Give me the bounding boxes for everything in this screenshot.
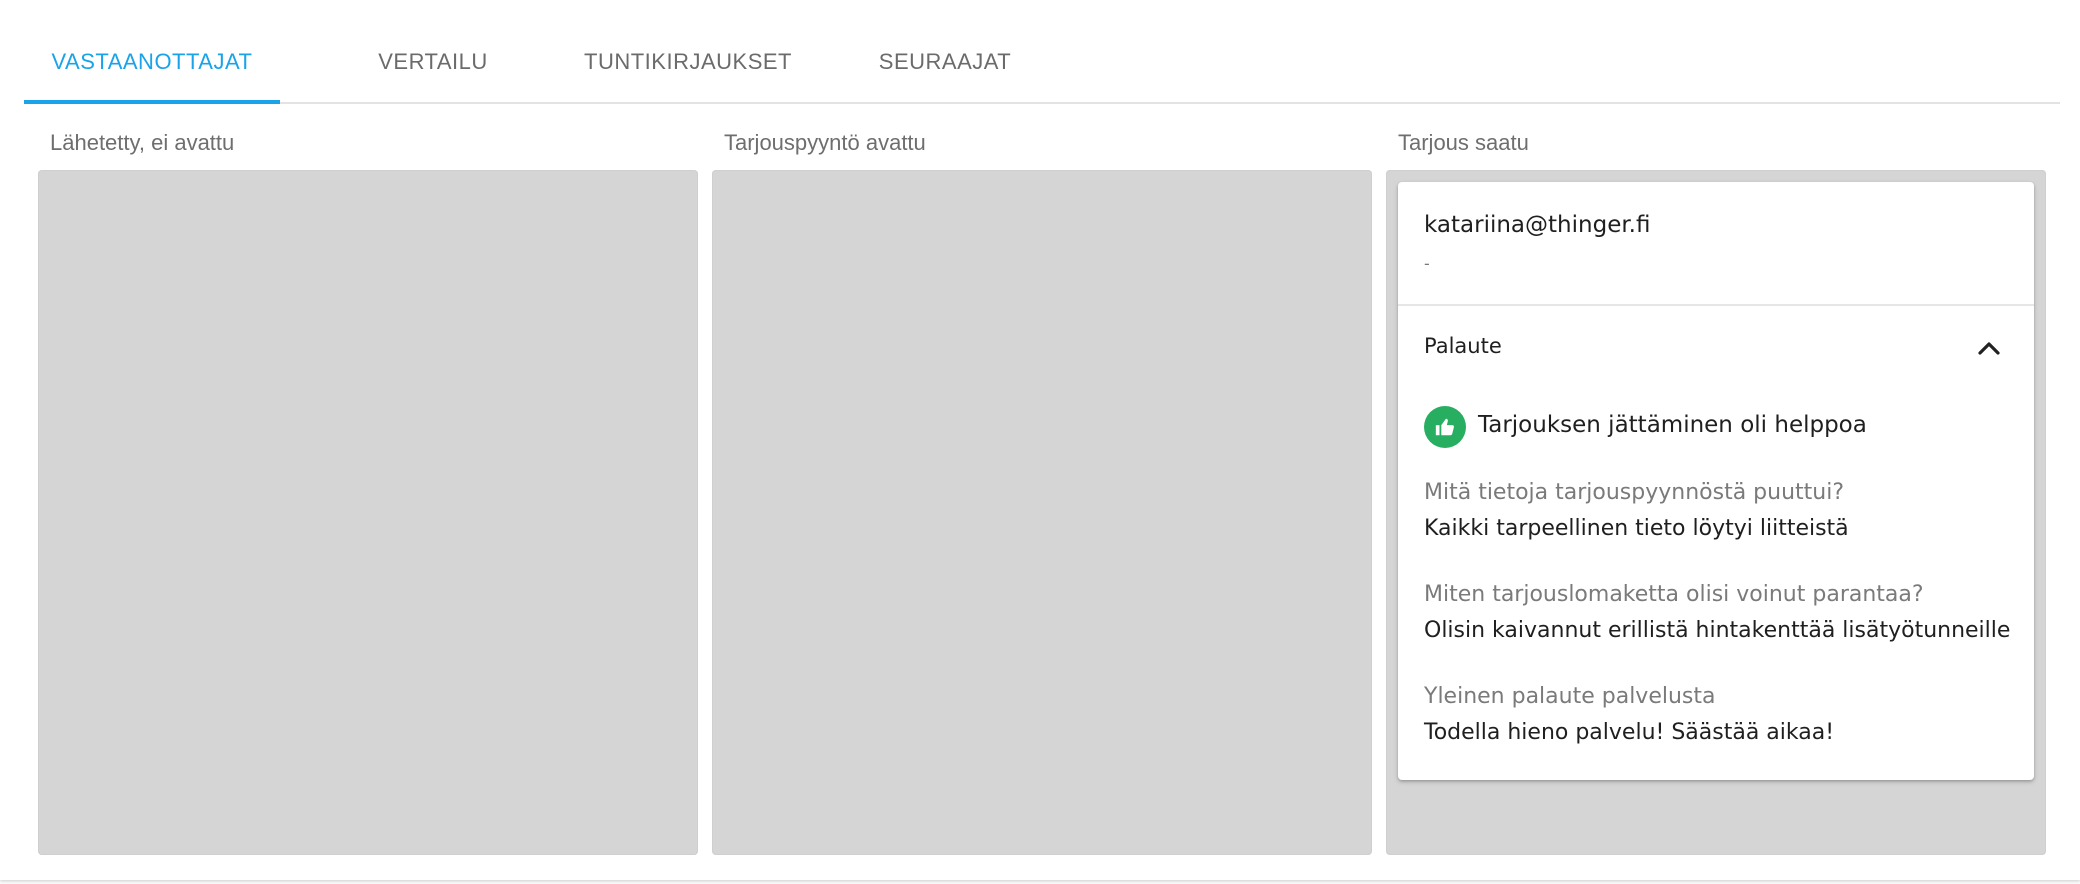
feedback-answer: Kaikki tarpeellinen tieto löytyi liittei…: [1424, 516, 1849, 541]
feedback-answer: Todella hieno palvelu! Säästää aikaa!: [1424, 720, 1835, 745]
tab-seuraajat[interactable]: SEURAAJAT: [836, 24, 1054, 100]
recipient-card[interactable]: katariina@thinger.fi - Palaute Tarjoukse…: [1398, 182, 2034, 780]
feedback-question: Yleinen palaute palvelusta: [1424, 684, 1716, 709]
recipient-subtitle: -: [1424, 254, 1430, 273]
feedback-question: Miten tarjouslomaketta olisi voinut para…: [1424, 582, 1924, 607]
thumbs-up-icon: [1424, 406, 1466, 448]
column-sent: [38, 170, 698, 855]
tab-bar: VASTAANOTTAJAT VERTAILU TUNTIKIRJAUKSET …: [24, 24, 2060, 104]
tab-active-indicator: [24, 100, 280, 104]
tab-tuntikirjaukset[interactable]: TUNTIKIRJAUKSET: [552, 24, 824, 100]
main-panel: VASTAANOTTAJAT VERTAILU TUNTIKIRJAUKSET …: [0, 0, 2080, 880]
column-opened: [712, 170, 1372, 855]
feedback-rating-text: Tarjouksen jättäminen oli helppoa: [1478, 412, 1867, 438]
feedback-title: Palaute: [1424, 334, 1502, 358]
recipient-card-header: katariina@thinger.fi -: [1398, 182, 2034, 306]
column-label-opened: Tarjouspyyntö avattu: [724, 130, 926, 155]
feedback-answer: Olisin kaivannut erillistä hintakenttää …: [1424, 618, 2011, 643]
feedback-question: Mitä tietoja tarjouspyynnöstä puuttui?: [1424, 480, 1845, 505]
tab-vertailu[interactable]: VERTAILU: [324, 24, 542, 100]
column-label-sent: Lähetetty, ei avattu: [50, 130, 235, 155]
chevron-up-icon[interactable]: [1972, 332, 2006, 366]
tab-vastaanottajat[interactable]: VASTAANOTTAJAT: [24, 24, 280, 100]
recipient-email: katariina@thinger.fi: [1424, 212, 1651, 238]
column-label-received: Tarjous saatu: [1398, 130, 1529, 155]
